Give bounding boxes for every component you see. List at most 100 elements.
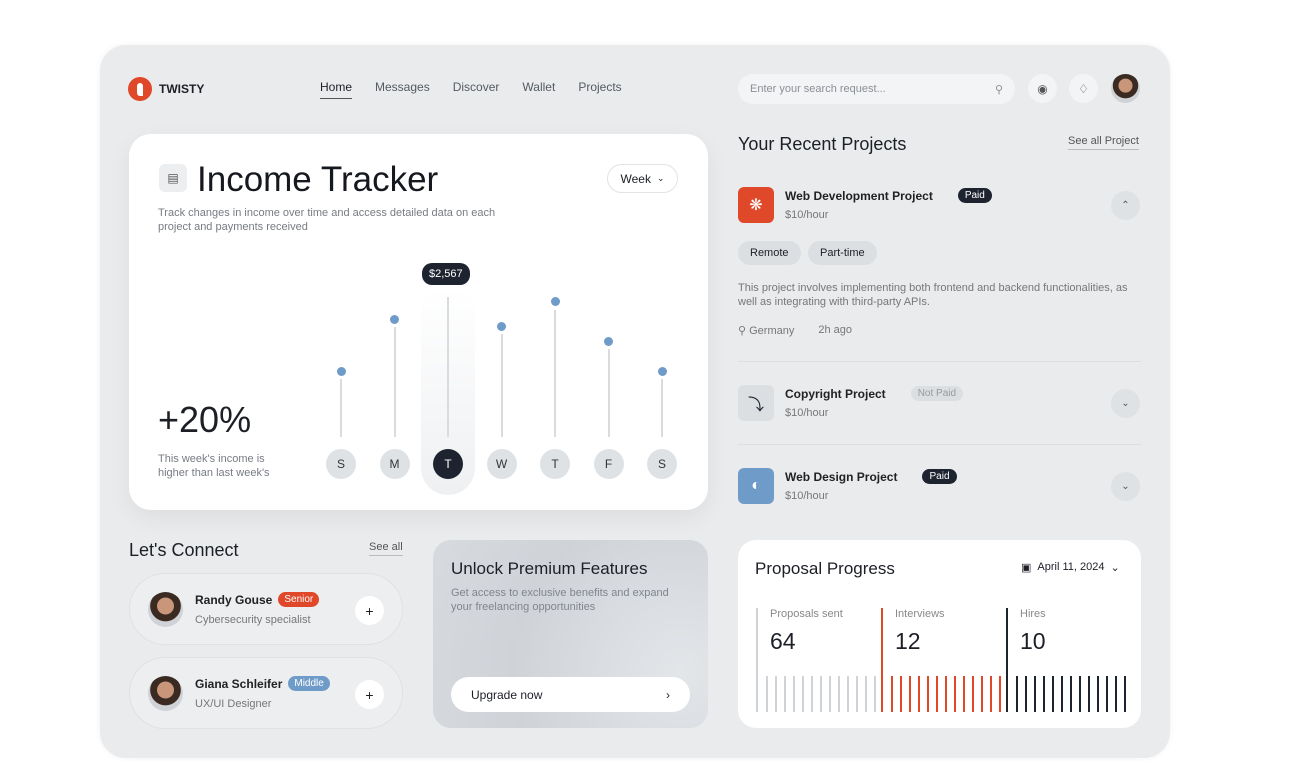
- progress-tick: [1034, 676, 1036, 712]
- progress-tick: [802, 676, 804, 712]
- stat-value: 64: [770, 628, 796, 654]
- settings-icon[interactable]: ◉: [1028, 74, 1057, 103]
- status-badge: Not Paid: [910, 386, 964, 401]
- project-rate: $10/hour: [785, 407, 829, 419]
- progress-tick: [1097, 676, 1099, 712]
- person-role: UX/UI Designer: [195, 698, 272, 710]
- progress-tick: [918, 676, 920, 712]
- chevron-down-icon: ⌄: [1121, 481, 1130, 492]
- copyright-project-icon: ⤵: [738, 385, 774, 421]
- period-select[interactable]: Week ⌄: [607, 164, 678, 193]
- expand-button[interactable]: ⌄: [1111, 472, 1140, 501]
- wallet-icon: ▤: [159, 164, 187, 192]
- progress-tick: [927, 676, 929, 712]
- bar-stem: [607, 349, 610, 437]
- web-development-project-icon: ❋: [738, 187, 774, 223]
- day-label[interactable]: W: [486, 449, 517, 479]
- project-name[interactable]: Copyright Project: [785, 387, 886, 401]
- bar-stem: [500, 334, 503, 437]
- bar-stem: [340, 379, 342, 437]
- nav-messages[interactable]: Messages: [375, 80, 430, 99]
- proposal-title: Proposal Progress: [755, 559, 895, 578]
- bell-icon[interactable]: ♢: [1069, 74, 1098, 103]
- bar-dot[interactable]: [390, 314, 399, 324]
- bar-dot[interactable]: [657, 366, 667, 376]
- tag-part-time: Part-time: [808, 241, 877, 265]
- bar-dot[interactable]: [604, 336, 613, 346]
- income-change: +20%: [158, 399, 252, 440]
- brand-logo[interactable]: TWISTY: [128, 77, 204, 101]
- bar-stem: [393, 327, 396, 437]
- day-label[interactable]: S: [647, 449, 677, 479]
- income-tracker-card: ▤ Income Tracker Track changes in income…: [129, 134, 708, 510]
- day-label[interactable]: S: [326, 449, 356, 479]
- bar-dot[interactable]: [336, 366, 346, 376]
- add-connection-button[interactable]: +: [355, 596, 384, 625]
- day-label[interactable]: F: [593, 449, 624, 479]
- progress-tick: [775, 676, 777, 712]
- nav-discover[interactable]: Discover: [453, 80, 500, 99]
- collapse-button[interactable]: ⌃: [1111, 191, 1140, 220]
- bar-dot[interactable]: [497, 321, 506, 331]
- progress-tick: [784, 676, 786, 712]
- date-select[interactable]: ▣ April 11, 2024 ⌄: [1021, 561, 1120, 574]
- project-rate: $10/hour: [785, 209, 829, 221]
- divider: [738, 361, 1141, 362]
- bar-dot[interactable]: [550, 297, 560, 307]
- project-name[interactable]: Web Design Project: [785, 470, 897, 484]
- person-name: Randy Gouse: [195, 592, 273, 607]
- expand-button[interactable]: ⌄: [1111, 389, 1140, 418]
- person-name: Giana Schleifer: [195, 676, 283, 691]
- tag-remote: Remote: [738, 241, 801, 265]
- progress-tick: [945, 676, 947, 712]
- progress-tick: [1025, 676, 1027, 712]
- nav-projects[interactable]: Projects: [578, 80, 621, 99]
- progress-tick: [900, 676, 902, 712]
- stat-label: Interviews: [895, 608, 945, 620]
- progress-tick: [909, 676, 911, 712]
- see-all-connect-link[interactable]: See all: [369, 541, 403, 556]
- progress-tick: [838, 676, 840, 712]
- progress-tick: [1043, 676, 1045, 712]
- progress-tick: [829, 676, 831, 712]
- project-name[interactable]: Web Development Project: [785, 189, 933, 203]
- avatar: [148, 676, 183, 711]
- stat-label: Hires: [1020, 608, 1046, 620]
- premium-title: Unlock Premium Features: [451, 559, 648, 578]
- chevron-right-icon: ›: [666, 687, 670, 702]
- progress-tick: [972, 676, 974, 712]
- person-card[interactable]: Randy Gouse Senior Cybersecurity speciali…: [129, 573, 403, 645]
- progress-tick: [865, 676, 867, 712]
- progress-tick: [990, 676, 992, 712]
- status-badge: Paid: [922, 469, 957, 484]
- premium-description: Get access to exclusive benefits and exp…: [451, 587, 669, 613]
- upgrade-button[interactable]: Upgrade now ›: [451, 677, 690, 712]
- progress-tick: [856, 676, 858, 712]
- progress-tick: [963, 676, 965, 712]
- level-badge: Senior: [278, 592, 320, 607]
- day-label[interactable]: M: [379, 449, 410, 479]
- nav-wallet[interactable]: Wallet: [522, 80, 555, 99]
- nav-home[interactable]: Home: [320, 80, 353, 99]
- search-input[interactable]: Enter your search request... ⚲: [738, 74, 1015, 104]
- project-time: 2h ago: [818, 324, 853, 336]
- stat-label: Proposals sent: [770, 608, 843, 620]
- user-avatar[interactable]: [1111, 74, 1140, 103]
- calendar-icon: ▣: [1021, 562, 1032, 574]
- income-change-description: This week's income is higher than last w…: [158, 453, 270, 479]
- add-connection-button[interactable]: +: [355, 680, 384, 709]
- see-all-projects-link[interactable]: See all Project: [1068, 135, 1139, 150]
- recent-projects-title: Your Recent Projects: [738, 134, 907, 154]
- project-description: This project involves implementing both …: [738, 282, 1128, 308]
- person-card[interactable]: Giana Schleifer Middle UX/UI Designer +: [129, 657, 403, 729]
- bar-stem: [447, 297, 449, 437]
- divider: [738, 444, 1141, 445]
- progress-tick: [793, 676, 795, 712]
- location-icon: ⚲: [738, 325, 747, 337]
- progress-tick: [1070, 676, 1072, 712]
- search-icon[interactable]: ⚲: [995, 83, 1003, 96]
- day-label[interactable]: T: [433, 449, 463, 479]
- day-label[interactable]: T: [540, 449, 570, 479]
- progress-tick: [1052, 676, 1054, 712]
- bar-stem: [661, 379, 663, 437]
